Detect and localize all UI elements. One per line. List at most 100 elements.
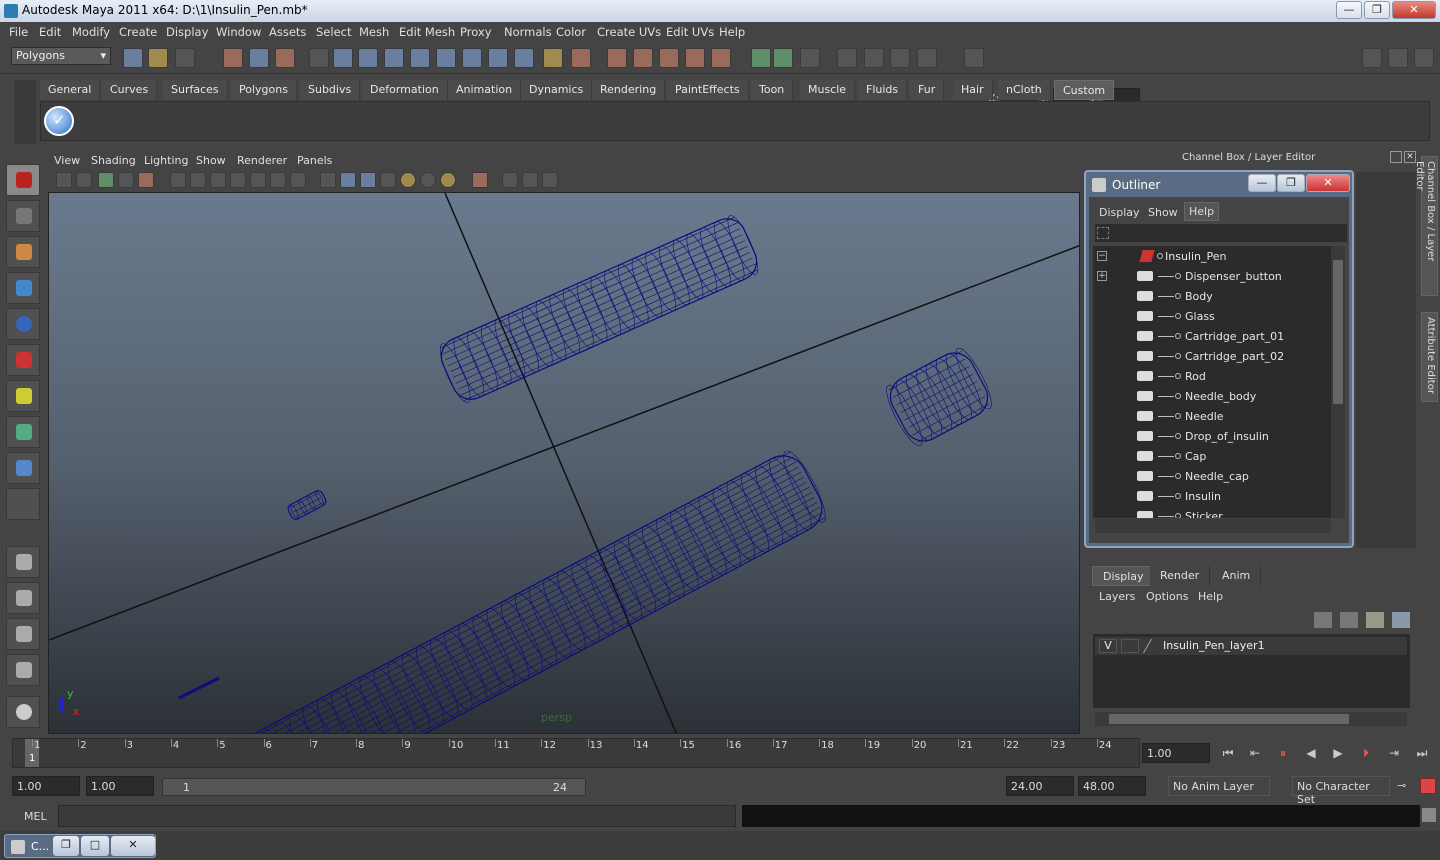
menu-modify[interactable]: Modify xyxy=(72,25,110,39)
lasso-tool[interactable] xyxy=(6,200,40,232)
toggle-attribute-editor-icon[interactable] xyxy=(1414,48,1434,68)
step-back-frame-button[interactable]: ⏸ xyxy=(1273,746,1293,764)
viewport-menu-panels[interactable]: Panels xyxy=(297,154,332,167)
select-deformations-icon[interactable] xyxy=(436,48,456,68)
select-handles-icon[interactable] xyxy=(333,48,353,68)
textured-icon[interactable] xyxy=(380,172,396,188)
minimize-button[interactable]: — xyxy=(1336,1,1362,19)
shelf-tab-ncloth[interactable]: nCloth xyxy=(998,80,1051,100)
playback-range-slider[interactable]: 1 24 xyxy=(162,778,586,796)
menu-select[interactable]: Select xyxy=(316,25,351,39)
shelf-tab-rendering[interactable]: Rendering xyxy=(592,80,666,100)
shelf-tab-animation[interactable]: Animation xyxy=(448,80,522,100)
outliner-root-item[interactable]: − Insulin_Pen xyxy=(1093,246,1331,266)
hypershade-layout-icon[interactable] xyxy=(6,696,40,728)
close-button[interactable]: ✕ xyxy=(111,836,155,856)
construction-history-icon[interactable] xyxy=(800,48,820,68)
move-tool[interactable] xyxy=(6,272,40,304)
outliner-vertical-scrollbar[interactable] xyxy=(1331,246,1345,518)
playback-start-field[interactable]: 1.00 xyxy=(86,776,154,796)
outliner-item[interactable]: Cartridge_part_01 xyxy=(1093,326,1331,346)
render-settings-icon[interactable] xyxy=(917,48,937,68)
outliner-item[interactable]: Body xyxy=(1093,286,1331,306)
all-lights-icon[interactable] xyxy=(420,172,436,188)
time-slider[interactable]: 1 1 2 3 4 5 6 7 8 9 10 11 12 13 14 15 16 17 18 19 20 21 22 23 2… xyxy=(12,738,1140,768)
outliner-item[interactable]: Sticker xyxy=(1093,506,1331,518)
new-empty-layer-icon[interactable] xyxy=(1366,612,1384,628)
toggle-tool-settings-icon[interactable] xyxy=(1388,48,1408,68)
menu-window[interactable]: Window xyxy=(216,25,261,39)
snap-view-plane-icon[interactable] xyxy=(685,48,705,68)
outliner-item[interactable]: Needle_cap xyxy=(1093,466,1331,486)
layer-tab-display[interactable]: Display xyxy=(1092,566,1155,586)
resolution-gate-icon[interactable] xyxy=(210,172,226,188)
outliner-minimize-button[interactable]: — xyxy=(1248,174,1276,192)
perspective-viewport[interactable]: y x persp xyxy=(48,192,1080,734)
shelf-tab-toon[interactable]: Toon xyxy=(751,80,794,100)
show-manipulator-tool[interactable] xyxy=(6,452,40,484)
outliner-item[interactable]: + Dispenser_button xyxy=(1093,266,1331,286)
grid-icon[interactable] xyxy=(170,172,186,188)
highlight-selection-icon[interactable] xyxy=(571,48,591,68)
menu-mesh[interactable]: Mesh xyxy=(359,25,389,39)
film-gate-icon[interactable] xyxy=(190,172,206,188)
animation-preferences-icon[interactable] xyxy=(1420,778,1436,794)
outliner-item[interactable]: Needle_body xyxy=(1093,386,1331,406)
select-hierarchy-icon[interactable] xyxy=(223,48,243,68)
scale-tool[interactable] xyxy=(6,344,40,376)
outliner-item[interactable]: Cap xyxy=(1093,446,1331,466)
wireframe-on-shaded-icon[interactable] xyxy=(360,172,376,188)
collapse-icon[interactable]: − xyxy=(1097,251,1107,261)
minimized-window[interactable]: C... ❐ □ ✕ xyxy=(4,834,156,858)
menu-edit[interactable]: Edit xyxy=(39,25,61,39)
tab-attribute-editor[interactable]: Attribute Editor xyxy=(1421,312,1438,402)
paint-select-tool[interactable] xyxy=(6,236,40,268)
menu-color[interactable]: Color xyxy=(556,25,586,39)
viewport-menu-view[interactable]: View xyxy=(54,154,80,167)
safe-action-icon[interactable] xyxy=(270,172,286,188)
input-ops-icon[interactable] xyxy=(751,48,771,68)
animation-end-field[interactable]: 48.00 xyxy=(1078,776,1146,796)
menu-create[interactable]: Create xyxy=(119,25,157,39)
shelf-tab-deformation[interactable]: Deformation xyxy=(362,80,448,100)
layer-menu-layers[interactable]: Layers xyxy=(1099,590,1135,603)
script-editor-icon[interactable] xyxy=(1422,808,1436,822)
outliner-menu-show[interactable]: Show xyxy=(1148,206,1178,219)
tab-channel-box-layer-editor[interactable]: Channel Box / Layer Editor xyxy=(1414,156,1438,296)
two-d-pan-zoom-icon[interactable] xyxy=(138,172,154,188)
select-surfaces-icon[interactable] xyxy=(410,48,430,68)
anim-layer-dropdown[interactable]: No Anim Layer xyxy=(1168,776,1270,796)
isolate-select-icon[interactable] xyxy=(472,172,488,188)
open-scene-icon[interactable] xyxy=(148,48,168,68)
rotate-tool[interactable] xyxy=(6,308,40,340)
outliner-horizontal-scrollbar[interactable] xyxy=(1095,519,1331,533)
image-plane-icon[interactable] xyxy=(118,172,134,188)
bookmarks-icon[interactable] xyxy=(98,172,114,188)
shelf-tab-painteffects[interactable]: PaintEffects xyxy=(667,80,749,100)
dock-float-icon[interactable] xyxy=(1390,151,1402,163)
layer-menu-options[interactable]: Options xyxy=(1146,590,1188,603)
shelf-tab-polygons[interactable]: Polygons xyxy=(231,80,297,100)
snap-grid-icon[interactable] xyxy=(607,48,627,68)
gate-mask-icon[interactable] xyxy=(230,172,246,188)
output-ops-icon[interactable] xyxy=(773,48,793,68)
step-back-key-button[interactable]: ⇤ xyxy=(1245,746,1265,764)
maximize-button[interactable]: ❐ xyxy=(1364,1,1390,19)
outliner-menu-display[interactable]: Display xyxy=(1099,206,1140,219)
universal-manipulator-tool[interactable] xyxy=(6,380,40,412)
shelf-menu-icon[interactable] xyxy=(14,80,36,144)
move-layer-down-icon[interactable] xyxy=(1340,612,1358,628)
last-tool[interactable] xyxy=(6,488,40,520)
render-frame-icon[interactable] xyxy=(864,48,884,68)
field-chart-icon[interactable] xyxy=(250,172,266,188)
outliner-item[interactable]: Needle xyxy=(1093,406,1331,426)
graph-persp-layout-icon[interactable] xyxy=(6,654,40,686)
play-backwards-button[interactable]: ◀ xyxy=(1301,746,1321,764)
snap-curve-icon[interactable] xyxy=(633,48,653,68)
snap-point-icon[interactable] xyxy=(659,48,679,68)
shelf-tab-fluids[interactable]: Fluids xyxy=(858,80,908,100)
menu-edit-uvs[interactable]: Edit UVs xyxy=(666,25,714,39)
shelf-tab-dynamics[interactable]: Dynamics xyxy=(521,80,593,100)
shelf-tab-muscle[interactable]: Muscle xyxy=(800,80,856,100)
viewport-menu-renderer[interactable]: Renderer xyxy=(237,154,287,167)
